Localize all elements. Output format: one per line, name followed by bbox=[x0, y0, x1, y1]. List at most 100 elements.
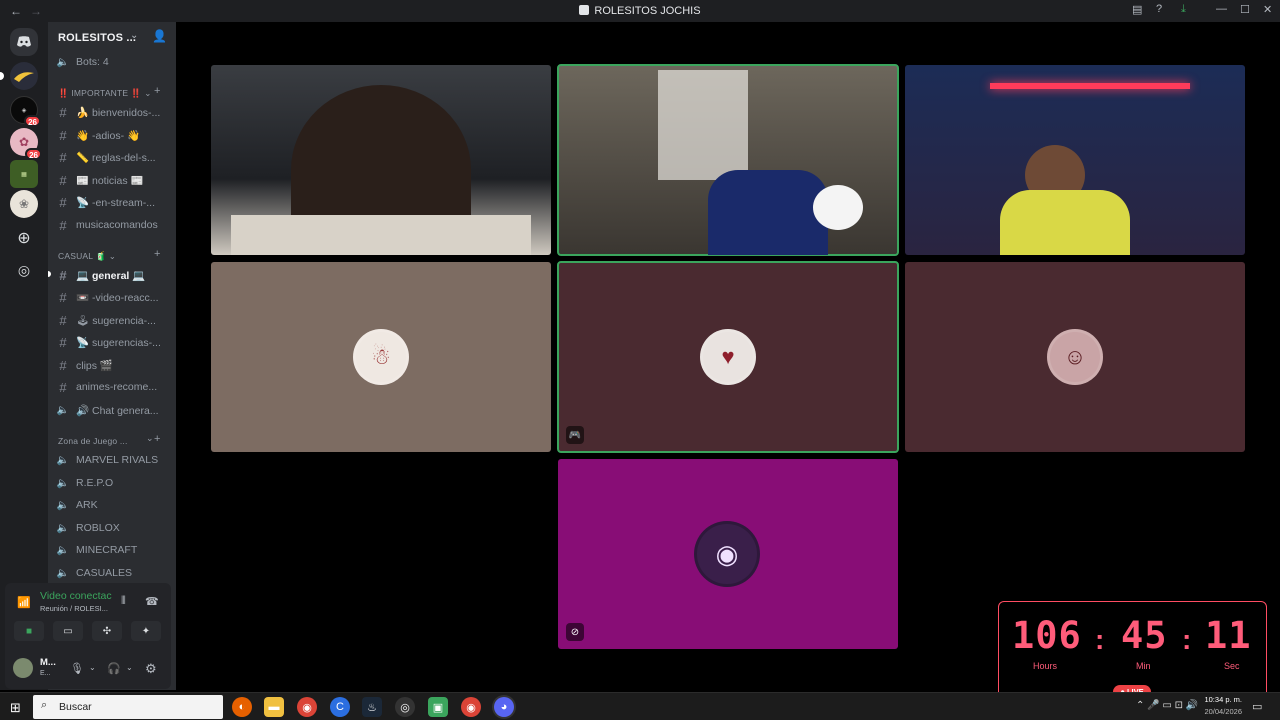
microphone-icon[interactable]: 🎙 bbox=[70, 662, 84, 675]
server-icon-3[interactable]: ✿ 26 bbox=[10, 128, 42, 160]
app-root: ← → ROLESITOS JOCHIS ▤ ? ⤓ — ☐ ✕ ◈ 26 ✿ … bbox=[0, 0, 1280, 720]
noise-suppression-icon[interactable]: ⦀ bbox=[121, 595, 126, 608]
hash-icon: # bbox=[59, 172, 67, 188]
download-icon[interactable]: ⤓ bbox=[1181, 3, 1186, 16]
voice-channel-roblox[interactable]: 🔈 ROBLOX bbox=[56, 518, 176, 538]
chrome-icon[interactable]: ◉ bbox=[297, 697, 317, 717]
screen-share-button[interactable]: ▭ bbox=[53, 621, 83, 641]
voice-channel-casuales[interactable]: 🔈 CASUALES bbox=[56, 563, 176, 583]
add-channel-icon[interactable]: + bbox=[154, 433, 160, 445]
channel-label: 📡 sugerencias-... bbox=[76, 336, 161, 349]
soundboard-button[interactable]: ✦ bbox=[131, 621, 161, 641]
file-explorer-icon[interactable]: ▬ bbox=[264, 697, 284, 717]
add-server-icon[interactable]: ⊕ bbox=[10, 224, 38, 252]
voice-status: Video conectac bbox=[40, 590, 112, 602]
camera-feed-shelf bbox=[658, 70, 748, 180]
channel-video-reacc[interactable]: # 📼 -video-reacc... bbox=[56, 287, 176, 307]
add-channel-icon[interactable]: + bbox=[154, 85, 160, 97]
video-tile-7[interactable]: ◉ ⊘ bbox=[558, 459, 898, 649]
timer-min-label: Min bbox=[1136, 661, 1151, 671]
voice-channel-repo[interactable]: 🔈 R.E.P.O bbox=[56, 473, 176, 493]
notification-icon[interactable]: ▭ bbox=[1252, 700, 1262, 713]
channel-animes[interactable]: # animes-recome... bbox=[56, 377, 176, 397]
camera-button[interactable]: ■ bbox=[14, 621, 44, 641]
chevron-down-icon[interactable]: ⌄ bbox=[126, 663, 133, 672]
channel-adios[interactable]: # 👋 -adios- 👋 bbox=[56, 125, 176, 145]
discord-home-icon[interactable] bbox=[10, 28, 38, 56]
system-tray-icons[interactable]: ⌃ 🎤 ▭ ⊡ 🔊 bbox=[1136, 700, 1198, 711]
activity-icon[interactable]: 🎮 bbox=[566, 426, 584, 444]
hash-icon: # bbox=[59, 149, 67, 165]
video-tile-1[interactable] bbox=[211, 65, 551, 255]
clock-time[interactable]: 10:34 p. m. bbox=[1202, 695, 1242, 704]
close-icon[interactable]: ✕ bbox=[1263, 3, 1272, 16]
category-label: CASUAL 🧃 bbox=[58, 251, 107, 261]
video-tile-6[interactable]: ☺ bbox=[905, 262, 1245, 452]
channel-sugerencias[interactable]: # 📡 sugerencias-... bbox=[56, 332, 176, 352]
muted-icon[interactable]: ⊘ bbox=[566, 623, 584, 641]
voice-channel-minecraft[interactable]: 🔈 MINECRAFT bbox=[56, 540, 176, 560]
hash-icon: # bbox=[59, 357, 67, 373]
voice-channel-name[interactable]: Reunión / ROLESI... bbox=[40, 604, 108, 613]
channel-bots[interactable]: 🔈 Bots: 4 bbox=[56, 52, 176, 72]
voice-channel-ark[interactable]: 🔈 ARK bbox=[56, 495, 176, 515]
avatar[interactable] bbox=[13, 658, 33, 678]
channel-clips[interactable]: # clips 🎬 bbox=[56, 355, 176, 375]
camera-feed bbox=[708, 170, 828, 255]
channel-bienvenidos[interactable]: # 🍌 bienvenidos-... bbox=[56, 102, 176, 122]
timer-minutes: 45 bbox=[1121, 614, 1168, 657]
windows-start-icon[interactable]: ⊞ bbox=[10, 700, 21, 716]
headphones-icon[interactable]: 🎧 bbox=[107, 662, 121, 675]
speaker-icon: 🔈 bbox=[56, 404, 70, 416]
maximize-icon[interactable]: ☐ bbox=[1240, 3, 1250, 16]
hash-icon: # bbox=[59, 217, 67, 233]
channel-general[interactable]: # 💻 general 💻 bbox=[56, 265, 176, 285]
steam-icon[interactable]: ♨ bbox=[362, 697, 382, 717]
channel-label: 🕹 sugerencia-... bbox=[76, 314, 156, 327]
help-icon[interactable]: ? bbox=[1156, 3, 1162, 15]
server-icon-4[interactable]: ▦ bbox=[10, 160, 38, 188]
server-icon-5[interactable]: ❀ bbox=[10, 190, 38, 218]
channel-reglas[interactable]: # 📏 reglas-del-s... bbox=[56, 147, 176, 167]
video-tile-5[interactable]: ♥ 🎮 bbox=[557, 261, 899, 453]
taskbar-search[interactable]: ⌕ Buscar bbox=[33, 695, 223, 719]
add-channel-icon[interactable]: + bbox=[154, 248, 160, 260]
invite-user-icon[interactable]: 👤 bbox=[152, 29, 167, 43]
video-tile-3[interactable] bbox=[905, 65, 1245, 255]
settings-gear-icon[interactable]: ⚙ bbox=[145, 661, 157, 677]
voice-channel-marvel[interactable]: 🔈 MARVEL RIVALS bbox=[56, 450, 176, 470]
ccleaner-icon[interactable]: C bbox=[330, 697, 350, 717]
discover-icon[interactable]: ◎ bbox=[10, 256, 38, 284]
discord-taskbar-icon[interactable]: ◕ bbox=[494, 697, 514, 717]
channel-label: 📼 -video-reacc... bbox=[76, 291, 159, 304]
server-icon-2[interactable]: ◈ 26 bbox=[10, 96, 41, 127]
channel-sugerencia[interactable]: # 🕹 sugerencia-... bbox=[56, 310, 176, 330]
chrome-profile-icon[interactable]: ◉ bbox=[461, 697, 481, 717]
hash-icon: # bbox=[59, 267, 67, 283]
video-tile-2[interactable] bbox=[557, 64, 899, 256]
channel-en-stream[interactable]: # 📡 -en-stream-... bbox=[56, 192, 176, 212]
timer-colon: : bbox=[1182, 624, 1192, 655]
server-header[interactable]: ROLESITOS ... ⌄ 👤 bbox=[48, 22, 176, 54]
chevron-down-icon[interactable]: ⌄ bbox=[89, 663, 96, 672]
inbox-icon[interactable]: ▤ bbox=[1132, 3, 1142, 16]
channel-musicacomandos[interactable]: # musicacomandos bbox=[56, 215, 176, 235]
window-title-text: ROLESITOS JOCHIS bbox=[594, 5, 701, 17]
obs-icon[interactable]: ◎ bbox=[395, 697, 415, 717]
minimize-icon[interactable]: — bbox=[1216, 3, 1227, 15]
channel-chat-general[interactable]: 🔈 🔊 Chat genera... bbox=[56, 400, 176, 420]
activities-button[interactable]: ✣ bbox=[92, 621, 122, 641]
server-icon-1[interactable] bbox=[0, 62, 38, 90]
clock-date[interactable]: 20/04/2026 bbox=[1202, 707, 1242, 716]
firefox-icon[interactable]: ◐ bbox=[232, 697, 252, 717]
app-icon[interactable]: ▣ bbox=[428, 697, 448, 717]
channel-noticias[interactable]: # 📰 noticias 📰 bbox=[56, 170, 176, 190]
chevron-down-icon[interactable]: ⌄ bbox=[130, 30, 138, 41]
chevron-down-icon[interactable]: ⌄ bbox=[146, 433, 154, 444]
avatar-glyph: ☺ bbox=[1063, 344, 1087, 369]
windows-taskbar: ⊞ ⌕ Buscar ◐ ▬ ◉ C ♨ ◎ ▣ ◉ ◕ ⌃ 🎤 ▭ ⊡ 🔊 1… bbox=[0, 692, 1280, 720]
disconnect-icon[interactable]: ☎ bbox=[145, 595, 159, 608]
video-tile-4[interactable]: ☃ bbox=[211, 262, 551, 452]
connection-signal-icon[interactable]: 📶 bbox=[17, 596, 31, 609]
camera-feed-plush bbox=[813, 185, 863, 230]
